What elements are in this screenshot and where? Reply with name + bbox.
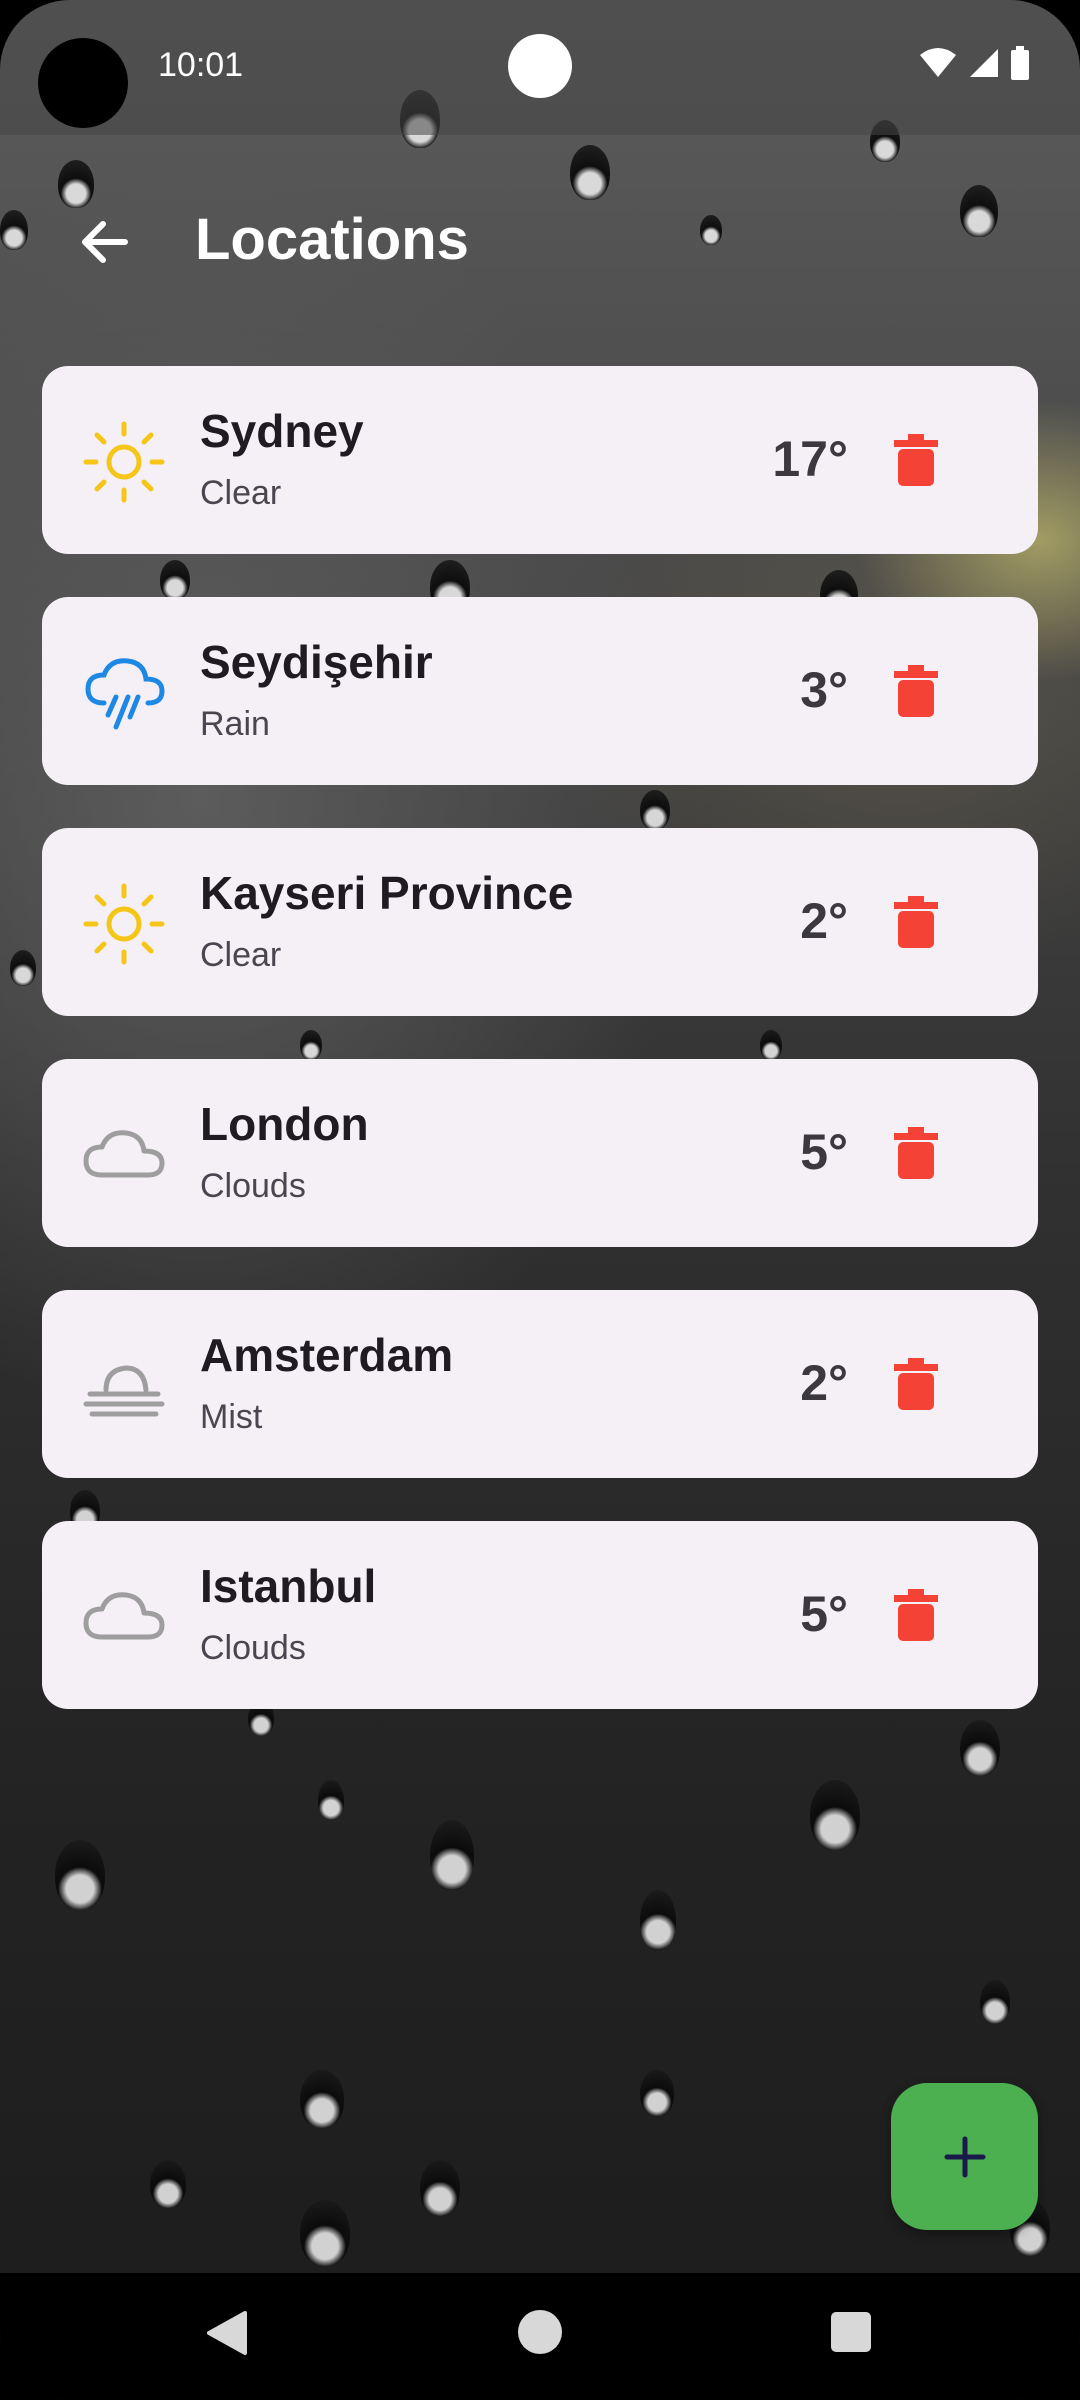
location-temp: 5° — [800, 1124, 848, 1180]
location-temp: 3° — [800, 662, 848, 718]
status-bar: 10:01 — [0, 0, 1080, 135]
signal-icon — [970, 49, 998, 77]
add-location-button[interactable] — [891, 2083, 1038, 2230]
location-city: Istanbul — [200, 1560, 377, 1612]
location-condition: Clouds — [200, 1167, 306, 1205]
delete-icon[interactable] — [894, 434, 938, 486]
delete-icon[interactable] — [894, 1358, 938, 1410]
status-icons — [918, 46, 1030, 80]
rain-icon — [85, 658, 165, 730]
location-condition: Clear — [200, 936, 282, 974]
delete-icon[interactable] — [894, 1127, 938, 1179]
cloud-icon — [83, 1592, 165, 1640]
sun-icon — [83, 883, 165, 965]
delete-icon[interactable] — [894, 896, 938, 948]
battery-icon — [1011, 46, 1029, 80]
location-city: Seydişehir — [200, 636, 433, 688]
arrow-back-icon — [82, 221, 128, 263]
location-card-istanbul[interactable]: Istanbul Clouds 5° — [42, 1521, 1038, 1709]
location-condition: Mist — [200, 1398, 263, 1436]
location-card-amsterdam[interactable]: Amsterdam Mist 2° — [42, 1290, 1038, 1478]
location-temp: 5° — [800, 1586, 848, 1642]
location-temp: 17° — [772, 431, 848, 487]
weather-locations-screen: 10:01 Locations Sydney Clear 17° Seydişe… — [0, 0, 1080, 2400]
location-temp: 2° — [800, 893, 848, 949]
location-condition: Rain — [200, 705, 270, 743]
sun-icon — [83, 421, 165, 503]
location-city: Kayseri Province — [200, 867, 574, 919]
location-card-seydisehir[interactable]: Seydişehir Rain 3° — [42, 597, 1038, 785]
location-city: London — [200, 1098, 369, 1150]
back-button[interactable] — [70, 210, 140, 274]
mist-icon — [83, 1365, 165, 1417]
nav-home-icon[interactable] — [517, 2309, 563, 2355]
location-temp: 2° — [800, 1355, 848, 1411]
location-card-london[interactable]: London Clouds 5° — [42, 1059, 1038, 1247]
location-city: Sydney — [200, 405, 364, 457]
delete-icon[interactable] — [894, 1589, 938, 1641]
locations-list: Sydney Clear 17° Seydişehir Rain 3° Kays… — [42, 366, 1038, 1752]
nav-back-icon[interactable] — [205, 2309, 249, 2357]
delete-icon[interactable] — [894, 665, 938, 717]
location-condition: Clouds — [200, 1629, 306, 1667]
plus-icon — [944, 2136, 985, 2177]
location-city: Amsterdam — [200, 1329, 454, 1381]
status-time: 10:01 — [158, 46, 244, 84]
cloud-icon — [83, 1130, 165, 1178]
location-card-sydney[interactable]: Sydney Clear 17° — [42, 366, 1038, 554]
front-camera — [508, 34, 572, 98]
location-card-kayseri[interactable]: Kayseri Province Clear 2° — [42, 828, 1038, 1016]
location-condition: Clear — [200, 474, 282, 512]
wifi-icon — [920, 48, 956, 77]
app-bar: Locations — [0, 170, 1080, 310]
camera-cutout — [38, 38, 128, 128]
nav-recents-icon[interactable] — [830, 2311, 872, 2353]
system-navigation-bar — [0, 2273, 1080, 2400]
page-title: Locations — [195, 207, 469, 272]
